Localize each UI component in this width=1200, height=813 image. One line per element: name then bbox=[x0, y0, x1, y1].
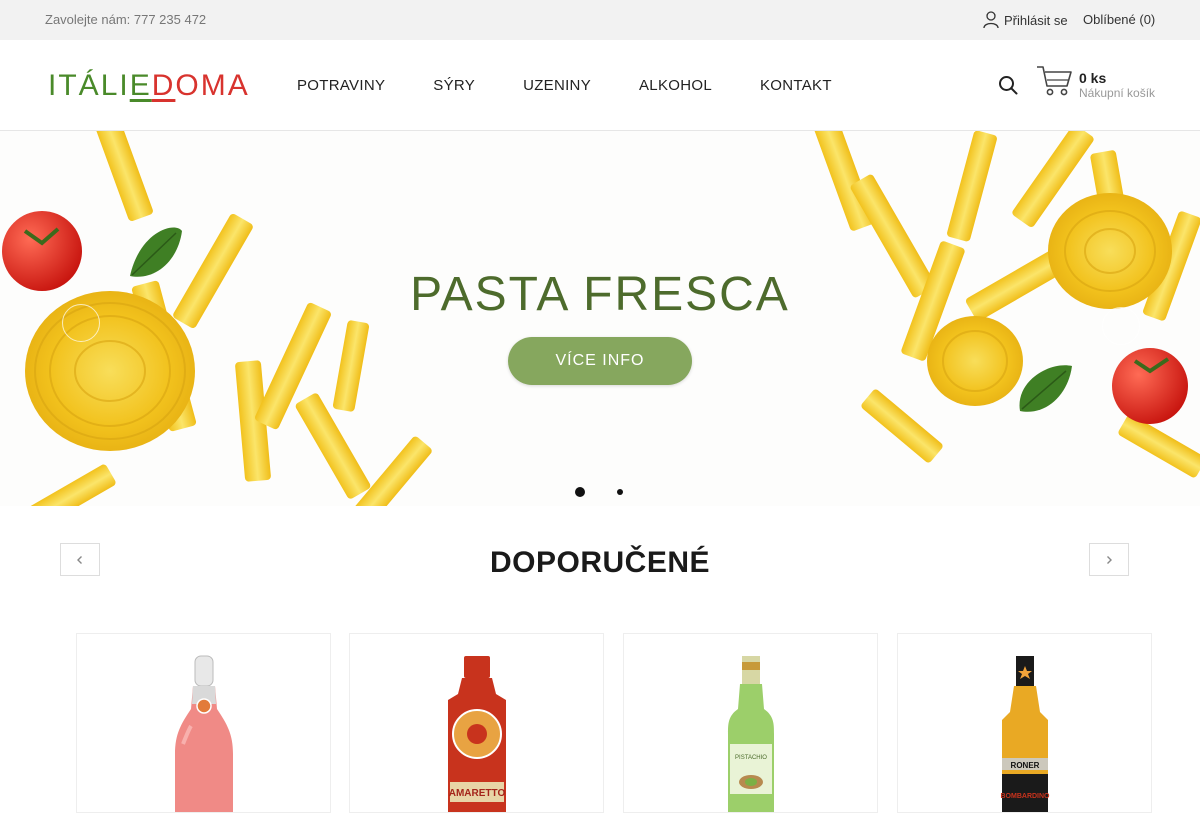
site-logo[interactable]: ITÁLIEDOMA bbox=[48, 71, 250, 101]
hero-title: PASTA FRESCA bbox=[410, 268, 790, 321]
hero-next-arrow[interactable] bbox=[1102, 307, 1140, 345]
phone-contact: Zavolejte nám: 777 235 472 bbox=[45, 12, 207, 27]
bombardino-bottle-image: RONER BOMBARDINO bbox=[1001, 656, 1051, 812]
favorites-link[interactable]: Oblíbené (0) bbox=[1083, 12, 1155, 27]
login-label: Přihlásit se bbox=[1004, 12, 1068, 28]
header: ITÁLIEDOMA POTRAVINY SÝRY UZENINY ALKOHO… bbox=[0, 40, 1200, 131]
chevron-right-icon bbox=[1107, 555, 1112, 564]
slider-dot-2[interactable] bbox=[617, 489, 623, 495]
cart-label: Nákupní košík bbox=[1079, 86, 1156, 100]
product-card[interactable]: PISTACHIO bbox=[623, 633, 878, 813]
nav-item-uzeniny[interactable]: UZENINY bbox=[523, 77, 591, 94]
hero-prev-arrow[interactable] bbox=[62, 304, 100, 342]
cart-widget[interactable]: 0 ks Nákupní košík bbox=[1036, 64, 1161, 104]
nav-item-potraviny[interactable]: POTRAVINY bbox=[297, 77, 385, 94]
pistachio-liqueur-bottle-image: PISTACHIO bbox=[728, 656, 774, 812]
cart-icon bbox=[1037, 66, 1072, 96]
slider-dot-1[interactable] bbox=[575, 487, 585, 497]
recommended-title: DOPORUČENÉ bbox=[489, 546, 711, 579]
rose-wine-bottle-image bbox=[175, 655, 233, 812]
top-bar: Zavolejte nám: 777 235 472 Přihlásit se … bbox=[0, 0, 1200, 40]
cart-count: 0 ks bbox=[1079, 70, 1107, 86]
login-link[interactable]: Přihlásit se bbox=[983, 11, 1068, 29]
bombardino-label: BOMBARDINO bbox=[1001, 793, 1051, 800]
bombardino-brand: RONER bbox=[1011, 761, 1040, 770]
more-info-button[interactable]: VÍCE INFO bbox=[508, 337, 692, 385]
main-nav: POTRAVINY SÝRY UZENINY ALKOHOL KONTAKT bbox=[297, 77, 880, 94]
search-icon[interactable] bbox=[998, 75, 1018, 95]
product-card[interactable] bbox=[76, 633, 331, 813]
product-card[interactable]: RONER BOMBARDINO bbox=[897, 633, 1152, 813]
hero-slider: PASTA FRESCA VÍCE INFO bbox=[0, 131, 1200, 506]
user-icon bbox=[983, 11, 999, 29]
recommended-next-button[interactable] bbox=[1089, 543, 1129, 576]
amaretto-label: AMARETTO bbox=[449, 788, 506, 799]
nav-item-syry[interactable]: SÝRY bbox=[433, 77, 475, 94]
product-card[interactable]: AMARETTO bbox=[349, 633, 604, 813]
nav-item-kontakt[interactable]: KONTAKT bbox=[760, 77, 832, 94]
amaretto-bottle-image: AMARETTO bbox=[448, 656, 506, 812]
nav-item-alkohol[interactable]: ALKOHOL bbox=[639, 77, 712, 94]
pistachio-label: PISTACHIO bbox=[735, 755, 767, 761]
